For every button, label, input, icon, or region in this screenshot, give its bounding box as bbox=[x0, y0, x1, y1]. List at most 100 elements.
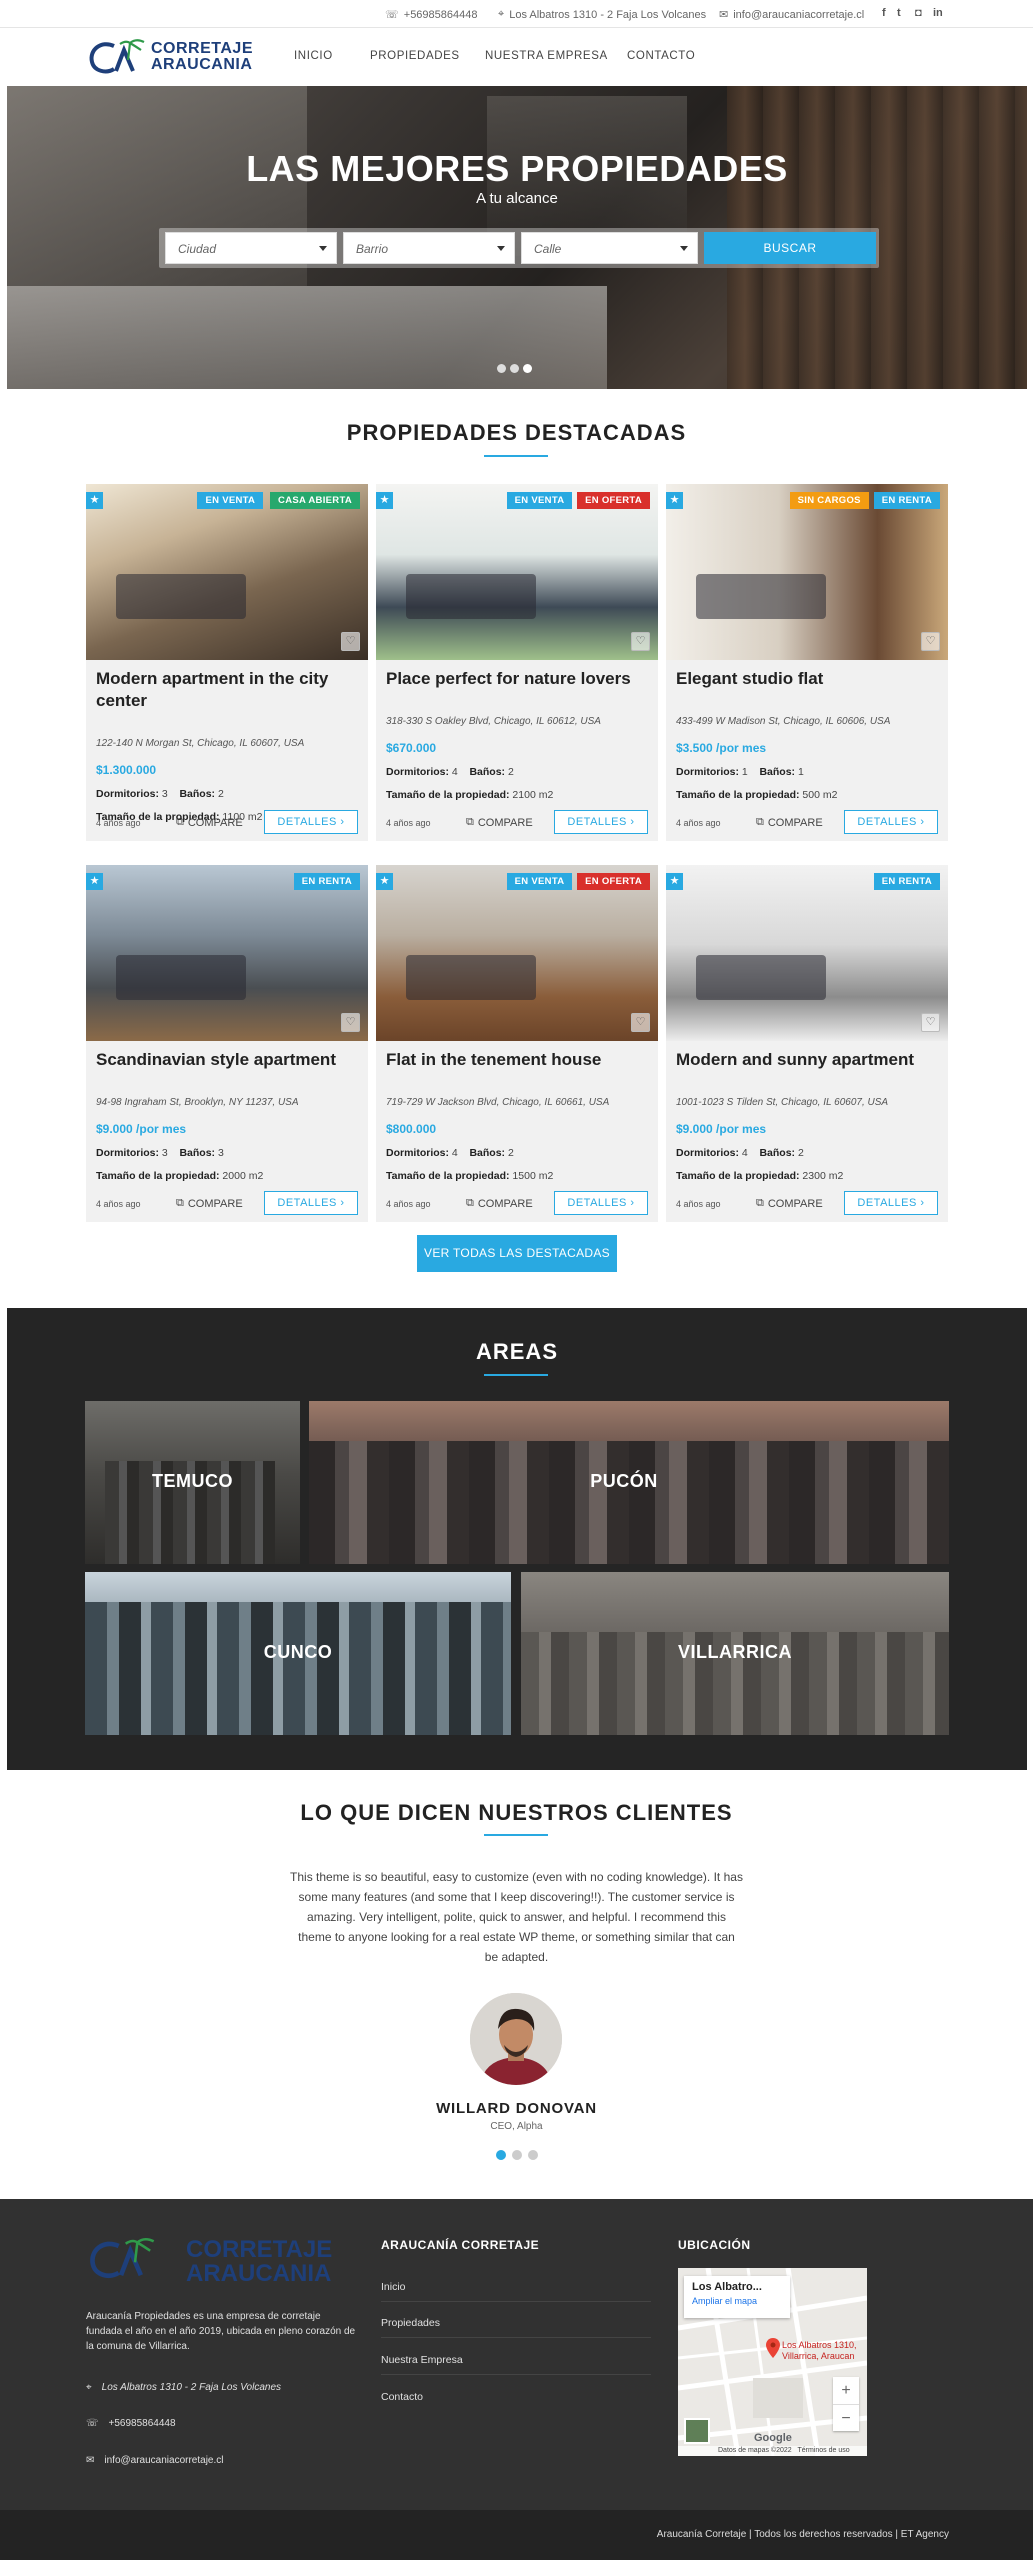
topbar-phone[interactable]: ☏ +56985864448 bbox=[385, 8, 477, 22]
property-image[interactable] bbox=[376, 484, 658, 660]
testimonial-dot[interactable] bbox=[512, 2150, 522, 2160]
heart-icon[interactable]: ♡ bbox=[341, 632, 360, 651]
footer-address: ⌖ Los Albatros 1310 - 2 Faja Los Volcanes bbox=[86, 2382, 282, 2393]
property-title[interactable]: Modern and sunny apartment bbox=[676, 1049, 938, 1071]
testimonial-dot[interactable] bbox=[528, 2150, 538, 2160]
search-form: Ciudad Barrio Calle BUSCAR bbox=[159, 228, 879, 268]
map-terms-link[interactable]: Términos de uso bbox=[798, 2447, 850, 2454]
testimonial-dot[interactable] bbox=[496, 2150, 506, 2160]
property-title[interactable]: Flat in the tenement house bbox=[386, 1049, 648, 1071]
property-card[interactable]: ★ EN RENTA ♡ Modern and sunny apartment … bbox=[666, 865, 948, 1222]
compare-button[interactable]: ⧉ COMPARE bbox=[466, 1197, 533, 1210]
chevron-right-icon: › bbox=[630, 1197, 635, 1209]
zoom-out-icon[interactable]: − bbox=[833, 2404, 859, 2431]
twitter-icon[interactable]: t bbox=[897, 7, 901, 19]
status-badge: EN VENTA bbox=[506, 492, 573, 509]
property-age: 4 años ago bbox=[96, 1199, 141, 1209]
status-badge: EN RENTA bbox=[873, 492, 940, 509]
area-tile-villarrica[interactable]: VILLARRICA bbox=[521, 1572, 949, 1735]
zoom-in-icon[interactable]: + bbox=[833, 2377, 859, 2404]
map-info-card: Los Albatro... Ampliar el mapa bbox=[684, 2276, 790, 2318]
compare-button[interactable]: ⧉ COMPARE bbox=[176, 1197, 243, 1210]
details-button[interactable]: DETALLES › bbox=[844, 810, 938, 834]
instagram-icon[interactable]: ◘ bbox=[915, 7, 922, 19]
caret-down-icon bbox=[319, 246, 327, 251]
facebook-icon[interactable]: f bbox=[882, 7, 886, 19]
property-image[interactable] bbox=[666, 484, 948, 660]
slider-dots bbox=[497, 364, 532, 373]
property-card[interactable]: ★ EN OFERTA EN VENTA ♡ Flat in the teneme… bbox=[376, 865, 658, 1222]
property-title[interactable]: Modern apartment in the city center bbox=[96, 668, 358, 712]
area-label: PUCÓN bbox=[590, 1471, 658, 1491]
slider-dot[interactable] bbox=[510, 364, 519, 373]
chevron-right-icon: › bbox=[630, 816, 635, 828]
property-address: 94-98 Ingraham St, Brooklyn, NY 11237, U… bbox=[96, 1097, 299, 1108]
property-age: 4 años ago bbox=[386, 818, 431, 828]
property-image[interactable] bbox=[86, 865, 368, 1041]
map-enlarge-link[interactable]: Ampliar el mapa bbox=[692, 2296, 782, 2306]
footer-email[interactable]: ✉ info@araucaniacorretaje.cl bbox=[86, 2455, 224, 2466]
property-card[interactable]: ★ CASA ABIERTA EN VENTA ♡ Modern apartmen… bbox=[86, 484, 368, 841]
details-button[interactable]: DETALLES › bbox=[554, 1191, 648, 1215]
property-image[interactable] bbox=[666, 865, 948, 1041]
compare-button[interactable]: ⧉ COMPARE bbox=[176, 816, 243, 829]
details-button[interactable]: DETALLES › bbox=[844, 1191, 938, 1215]
property-address: 122-140 N Morgan St, Chicago, IL 60607, … bbox=[96, 738, 305, 749]
property-image[interactable] bbox=[86, 484, 368, 660]
property-card[interactable]: ★ EN RENTA SIN CARGOS ♡ Elegant studio fl… bbox=[666, 484, 948, 841]
hero-title: LAS MEJORES PROPIEDADES bbox=[246, 148, 788, 189]
compare-button[interactable]: ⧉ COMPARE bbox=[756, 1197, 823, 1210]
phone-icon: ☏ bbox=[385, 9, 399, 21]
map-pin-label: Los Albatros 1310, Villarrica, Araucan bbox=[782, 2340, 857, 2361]
area-tile-pucon[interactable]: PUCÓN bbox=[309, 1401, 949, 1564]
footer-link-empresa[interactable]: Nuestra Empresa bbox=[381, 2354, 463, 2366]
linkedin-icon[interactable]: in bbox=[933, 7, 943, 19]
compare-button[interactable]: ⧉ COMPARE bbox=[466, 816, 533, 829]
heart-icon[interactable]: ♡ bbox=[631, 632, 650, 651]
slider-dot[interactable] bbox=[497, 364, 506, 373]
location-map[interactable]: Los Albatro... Ampliar el mapa Los Albat… bbox=[678, 2268, 867, 2456]
area-tile-temuco[interactable]: TEMUCO bbox=[85, 1401, 300, 1564]
heart-icon[interactable]: ♡ bbox=[341, 1013, 360, 1032]
topbar-email[interactable]: ✉ info@araucaniacorretaje.cl bbox=[719, 8, 864, 22]
nav-nuestra-empresa[interactable]: NUESTRA EMPRESA bbox=[485, 50, 608, 62]
property-rooms: Dormitorios: 4 Baños: 2 bbox=[676, 1147, 804, 1159]
calle-select[interactable]: Calle bbox=[521, 232, 698, 264]
footer-link-contacto[interactable]: Contacto bbox=[381, 2391, 423, 2403]
area-tile-cunco[interactable]: CUNCO bbox=[85, 1572, 511, 1735]
city-select[interactable]: Ciudad bbox=[165, 232, 337, 264]
map-satellite-toggle[interactable] bbox=[684, 2418, 710, 2444]
footer-phone[interactable]: ☏ +56985864448 bbox=[86, 2418, 176, 2429]
barrio-select[interactable]: Barrio bbox=[343, 232, 515, 264]
property-price: $9.000 /por mes bbox=[676, 1122, 767, 1136]
details-button[interactable]: DETALLES › bbox=[264, 1191, 358, 1215]
heart-icon[interactable]: ♡ bbox=[631, 1013, 650, 1032]
chevron-right-icon: › bbox=[340, 1197, 345, 1209]
nav-contacto[interactable]: CONTACTO bbox=[627, 50, 695, 62]
property-card[interactable]: ★ EN OFERTA EN VENTA ♡ Place perfect for … bbox=[376, 484, 658, 841]
property-title[interactable]: Elegant studio flat bbox=[676, 668, 938, 690]
compare-button[interactable]: ⧉ COMPARE bbox=[756, 816, 823, 829]
slider-dot[interactable] bbox=[523, 364, 532, 373]
site-logo[interactable]: CORRETAJE ARAUCANIA bbox=[86, 38, 256, 78]
nav-propiedades[interactable]: PROPIEDADES bbox=[370, 50, 460, 62]
heart-icon[interactable]: ♡ bbox=[921, 632, 940, 651]
details-button[interactable]: DETALLES › bbox=[554, 810, 648, 834]
footer-link-inicio[interactable]: Inicio bbox=[381, 2281, 406, 2293]
search-button[interactable]: BUSCAR bbox=[704, 232, 876, 264]
compare-icon: ⧉ bbox=[756, 816, 764, 828]
property-size: Tamaño de la propiedad: 1500 m2 bbox=[386, 1170, 554, 1182]
details-button[interactable]: DETALLES › bbox=[264, 810, 358, 834]
top-bar: ☏ +56985864448 ⌖ Los Albatros 1310 - 2 Faj… bbox=[0, 0, 1033, 28]
property-title[interactable]: Scandinavian style apartment bbox=[96, 1049, 358, 1071]
heart-icon[interactable]: ♡ bbox=[921, 1013, 940, 1032]
property-title[interactable]: Place perfect for nature lovers bbox=[386, 668, 648, 690]
view-all-featured-button[interactable]: VER TODAS LAS DESTACADAS bbox=[417, 1235, 617, 1272]
testimonials-title: LO QUE DICEN NUESTROS CLIENTES bbox=[300, 1800, 733, 1825]
nav-inicio[interactable]: INICIO bbox=[294, 50, 333, 62]
footer-logo[interactable]: CORRETAJE ARAUCANIA bbox=[86, 2236, 356, 2287]
footer-link-propiedades[interactable]: Propiedades bbox=[381, 2317, 440, 2329]
property-image[interactable] bbox=[376, 865, 658, 1041]
compare-icon: ⧉ bbox=[176, 1197, 184, 1209]
property-card[interactable]: ★ EN RENTA ♡ Scandinavian style apartmen… bbox=[86, 865, 368, 1222]
